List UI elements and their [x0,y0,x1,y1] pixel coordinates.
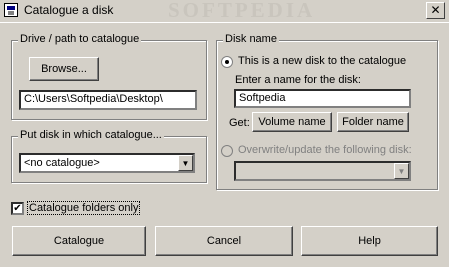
catalogue-folders-only-label[interactable]: Catalogue folders only [27,201,141,215]
catalogue-dropdown-value: <no catalogue> [24,157,100,169]
drive-path-group-label: Drive / path to catalogue [18,33,142,45]
overwrite-disk-dropdown[interactable]: ▼ [234,161,411,181]
window-title: Catalogue a disk [24,3,114,17]
volume-name-button-label: Volume name [258,116,326,128]
enter-name-label: Enter a name for the disk: [235,74,361,86]
catalogue-dropdown[interactable]: <no catalogue> ▼ [19,153,195,173]
catalogue-button[interactable]: Catalogue [12,226,146,256]
cancel-button[interactable]: Cancel [155,226,293,256]
disk-name-field[interactable]: Softpedia [234,89,411,108]
cancel-button-label: Cancel [206,235,242,247]
path-field-value: C:\Users\Softpedia\Desktop\ [24,93,163,105]
get-label: Get: [229,117,250,129]
catalogue-disk-dialog: Catalogue a disk SOFTPEDIA ✕ Drive / pat… [0,0,449,267]
overwrite-disk-radio-label[interactable]: Overwrite/update the following disk: [238,144,412,156]
close-button[interactable]: ✕ [426,2,445,19]
chevron-down-icon[interactable]: ▼ [178,155,193,171]
close-icon: ✕ [430,3,441,17]
catalogue-folders-only-text: Catalogue folders only [27,201,141,215]
floppy-disk-icon [4,3,18,17]
catalogue-button-label: Catalogue [53,235,105,247]
folder-name-button[interactable]: Folder name [337,112,409,132]
browse-button-label: Browse... [41,63,87,75]
checkmark-icon: ✔ [13,203,22,214]
browse-button[interactable]: Browse... [29,57,99,81]
disk-name-group-label: Disk name [223,33,279,45]
new-disk-radio-label[interactable]: This is a new disk to the catalogue [238,55,406,67]
path-field[interactable]: C:\Users\Softpedia\Desktop\ [19,90,197,110]
chevron-down-icon[interactable]: ▼ [394,163,409,179]
catalogue-folders-only-checkbox[interactable]: ✔ [11,202,24,215]
disk-name-field-value: Softpedia [239,92,286,104]
title-bar[interactable]: Catalogue a disk SOFTPEDIA ✕ [0,0,449,23]
watermark-logo: SOFTPEDIA [168,0,316,22]
overwrite-disk-radio[interactable] [221,145,233,157]
folder-name-button-label: Folder name [342,116,404,128]
new-disk-radio[interactable] [221,56,233,68]
help-button-label: Help [358,235,381,247]
help-button[interactable]: Help [301,226,438,256]
catalogue-select-group-label: Put disk in which catalogue... [18,129,164,141]
volume-name-button[interactable]: Volume name [252,112,332,132]
